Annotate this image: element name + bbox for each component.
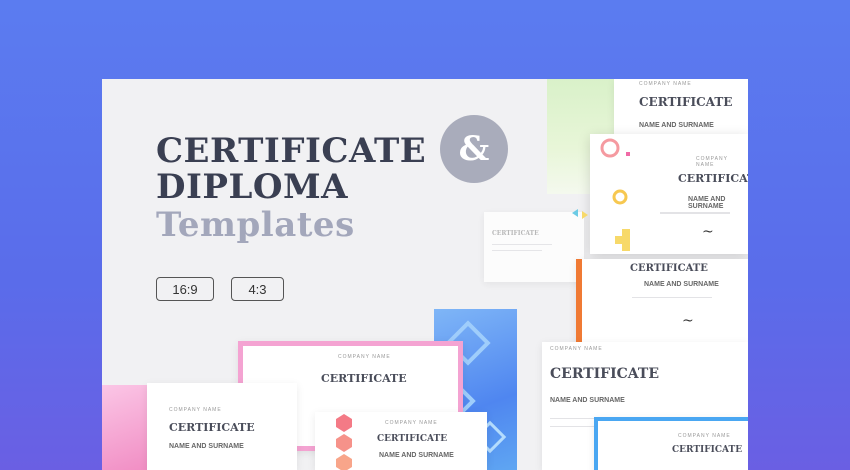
company-name: COMPANY NAME [385,420,438,426]
company-name: COMPANY NAME [696,156,728,168]
name-line: NAME AND SURNAME [550,397,625,404]
headline-certificate: CERTIFICATE [156,131,427,171]
company-name: COMPANY NAME [678,433,731,439]
ampersand-badge: & [440,115,508,183]
pink-pattern-strip [102,385,147,470]
template-preview: CERTIFICATE DIPLOMA Templates & 16:9 4:3… [102,79,748,470]
signature-icon: ~ [702,224,714,240]
company-name: COMPANY NAME [639,81,692,87]
certificate-card-orange: CERTIFICATE NAME AND SURNAME ~ [576,259,748,351]
certificate-title: CERTIFICATE [492,230,539,237]
name-line: NAME AND SURNAME [688,196,726,210]
certificate-title: CERTIFICATE [678,172,748,185]
name-line: NAME AND SURNAME [644,281,719,288]
certificate-title: CERTIFICATE [550,366,659,382]
certificate-title: CERTIFICATE [377,434,448,444]
company-name: COMPANY NAME [338,354,391,360]
certificate-card-blue: COMPANY NAME CERTIFICATE [594,417,748,470]
ratio-4-3-button[interactable]: 4:3 [231,277,284,301]
certificate-title: CERTIFICATE [672,445,743,455]
headline-templates: Templates [156,205,355,245]
name-line: NAME AND SURNAME [169,443,244,450]
company-name: COMPANY NAME [550,346,603,352]
certificate-card-bottom-left: COMPANY NAME CERTIFICATE NAME AND SURNAM… [147,383,297,470]
certificate-title: CERTIFICATE [639,95,733,109]
certificate-title: CERTIFICATE [321,372,407,385]
name-line: NAME AND SURNAME [639,122,714,129]
certificate-title: CERTIFICATE [630,263,708,274]
ratio-16-9-button[interactable]: 16:9 [156,277,214,301]
certificate-title: CERTIFICATE [169,421,255,434]
headline-diploma: DIPLOMA [156,167,348,207]
company-name: COMPANY NAME [169,407,222,413]
hexagon-pattern-icon [336,414,352,470]
name-line: NAME AND SURNAME [379,452,454,459]
certificate-card-hex: COMPANY NAME CERTIFICATE NAME AND SURNAM… [315,412,487,470]
certificate-card-top: COMPANY NAME CERTIFICATE NAME AND SURNAM… [614,79,748,137]
signature-icon: ~ [682,313,694,329]
